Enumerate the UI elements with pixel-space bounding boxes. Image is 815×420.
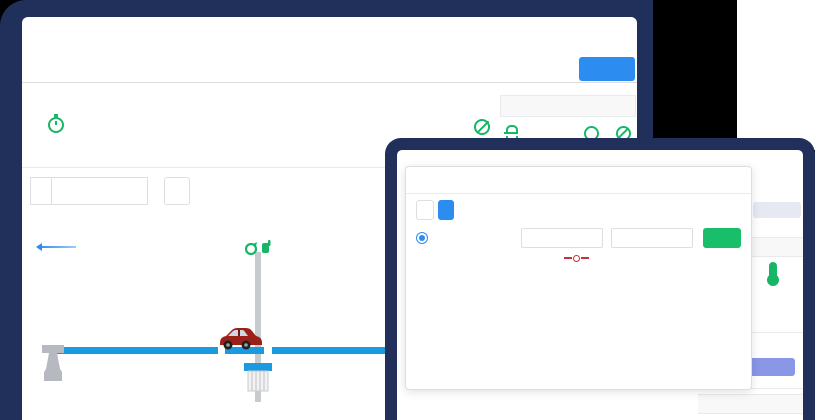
legend-panel-title: [500, 95, 636, 117]
no-entry-icon: [474, 119, 490, 135]
legend-line-marker-icon: [573, 255, 580, 262]
dialog-header: [406, 167, 751, 194]
section-select-group: [30, 177, 148, 205]
section-select-bar: [30, 177, 190, 205]
tower-foundation: [244, 363, 272, 391]
background-window-corner: [737, 0, 815, 150]
overlay-window-frame: [385, 138, 815, 420]
legend-line-marker-icon: [564, 257, 572, 259]
main-tab-bar: [22, 55, 637, 83]
radio-selected-icon[interactable]: [416, 232, 428, 244]
realtime-curve-dialog: [405, 166, 752, 390]
tower-sensor-icons: [246, 240, 271, 254]
query-end-time-input[interactable]: [611, 228, 693, 248]
overlay-window: [397, 150, 803, 420]
query-button[interactable]: [703, 228, 741, 248]
screenshot-canvas: [0, 0, 815, 420]
deck-gap: [218, 347, 225, 354]
chart-legend[interactable]: [416, 252, 741, 264]
enlarge-section-button[interactable]: [164, 177, 190, 205]
dialog-tabs: [416, 200, 741, 220]
legend-panel: [500, 95, 636, 143]
query-filter-row: [416, 228, 741, 248]
vibration-chart[interactable]: [420, 266, 756, 388]
bridge-pier: [42, 345, 64, 381]
dialog-body: [406, 194, 751, 388]
tab-realtime-curve[interactable]: [416, 200, 434, 220]
tab-monitor-playback[interactable]: [438, 200, 454, 220]
thermometer-icon: [769, 262, 777, 278]
video-monitor-button[interactable]: [579, 57, 635, 81]
sidebar-list-title: [698, 394, 803, 414]
timer-icon: [48, 117, 64, 133]
deck-gap: [264, 347, 272, 354]
temperature-legend-item[interactable]: [751, 262, 795, 293]
query-start-time-input[interactable]: [521, 228, 603, 248]
section-select-dropdown[interactable]: [51, 178, 147, 204]
legend-line-marker-icon: [581, 257, 589, 259]
